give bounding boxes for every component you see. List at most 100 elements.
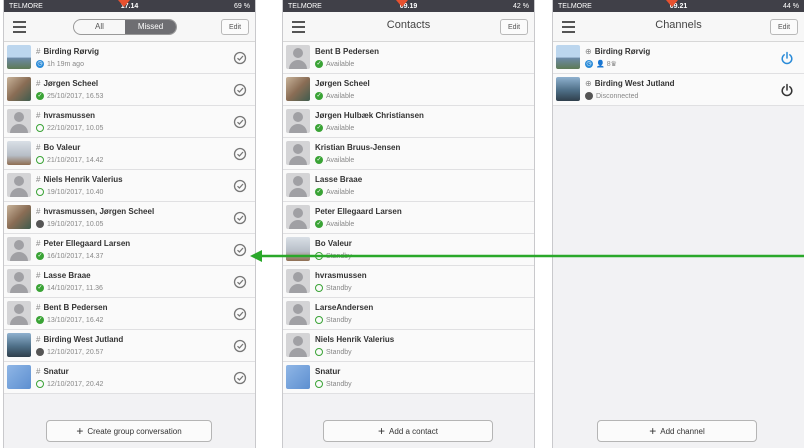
conversation-row[interactable]: # Bo Valeur 21/10/2017, 14.42 <box>4 138 255 170</box>
edit-button[interactable]: Edit <box>221 19 249 35</box>
menu-icon[interactable] <box>562 21 575 36</box>
conversation-row[interactable]: # Bent B Pedersen ✓ 13/10/2017, 16.42 <box>4 298 255 330</box>
page-title: Contacts <box>386 19 431 31</box>
page-title: Channels <box>655 19 702 31</box>
contact-row[interactable]: Kristian Bruus-Jensen ✓ Available <box>283 138 534 170</box>
mark-read-check-icon[interactable] <box>233 179 247 193</box>
power-toggle-icon[interactable] <box>780 83 794 97</box>
hash-icon: # <box>36 303 41 312</box>
avatar <box>286 269 310 293</box>
mark-read-check-icon[interactable] <box>233 51 247 65</box>
conversation-name: # Birding Rørvig <box>36 47 99 56</box>
contacts-screen: TELMORE 09.19 42 % Contacts Edit Bent B … <box>282 0 535 448</box>
conversation-name: # Snatur <box>36 367 69 376</box>
battery-label: 44 % <box>783 2 799 10</box>
power-toggle-icon[interactable] <box>780 51 794 65</box>
contact-row[interactable]: Snatur Standby <box>283 362 534 394</box>
status-bar: TELMORE 09.19 42 % <box>283 0 534 12</box>
conversation-timestamp: 19/10/2017, 10.05 <box>36 220 103 228</box>
status-text: Available <box>326 220 355 228</box>
create-group-conversation-button[interactable]: + Create group conversation <box>46 420 212 442</box>
avatar <box>7 365 31 389</box>
available-status-icon: ✓ <box>315 92 323 100</box>
contact-status: ✓ Available <box>315 188 354 196</box>
channel-icon: ⊕ <box>585 47 592 56</box>
segment-missed[interactable]: Missed <box>125 20 176 34</box>
contact-row[interactable]: Bo Valeur Standby <box>283 234 534 266</box>
hash-icon: # <box>36 271 41 280</box>
contact-row[interactable]: LarseAndersen Standby <box>283 298 534 330</box>
avatar <box>7 173 31 197</box>
mark-read-check-icon[interactable] <box>233 339 247 353</box>
clock-icon: ◷ <box>36 60 44 68</box>
conversation-row[interactable]: # Niels Henrik Valerius 19/10/2017, 10.40 <box>4 170 255 202</box>
conversation-name: # Peter Ellegaard Larsen <box>36 239 130 248</box>
conversation-row[interactable]: # Peter Ellegaard Larsen ✓ 16/10/2017, 14.3… <box>4 234 255 266</box>
crown-icon: ♛ <box>610 61 617 68</box>
mark-read-check-icon[interactable] <box>233 275 247 289</box>
mark-read-check-icon[interactable] <box>233 147 247 161</box>
contact-row[interactable]: Jørgen Scheel ✓ Available <box>283 74 534 106</box>
channel-row[interactable]: ⊕ Birding West Jutland Disconnected <box>553 74 804 106</box>
contact-status: ✓ Available <box>315 156 354 164</box>
avatar <box>286 77 310 101</box>
avatar <box>286 141 310 165</box>
menu-icon[interactable] <box>13 21 26 36</box>
contact-row[interactable]: Lasse Braae ✓ Available <box>283 170 534 202</box>
mark-read-check-icon[interactable] <box>233 307 247 321</box>
contact-status: Standby <box>315 380 352 388</box>
conversation-row[interactable]: # Birding West Jutland 12/10/2017, 20.57 <box>4 330 255 362</box>
avatar <box>286 333 310 357</box>
edit-button[interactable]: Edit <box>770 19 798 35</box>
plus-icon: + <box>378 424 386 438</box>
timestamp-text: 14/10/2017, 11.36 <box>47 284 103 292</box>
conversation-timestamp: 21/10/2017, 14.42 <box>36 156 103 164</box>
avatar <box>556 77 580 101</box>
conversation-row[interactable]: # Lasse Braae ✓ 14/10/2017, 11.36 <box>4 266 255 298</box>
contact-row[interactable]: Peter Ellegaard Larsen ✓ Available <box>283 202 534 234</box>
mark-read-check-icon[interactable] <box>233 243 247 257</box>
contact-name: Snatur <box>315 367 341 376</box>
conversation-row[interactable]: # Birding Rørvig ◷ 1h 19m ago <box>4 42 255 74</box>
add-contact-button[interactable]: + Add a contact <box>323 420 493 442</box>
add-channel-button[interactable]: + Add channel <box>597 420 757 442</box>
conversation-name: # Bo Valeur <box>36 143 80 152</box>
menu-icon[interactable] <box>292 21 305 36</box>
contact-status: Standby <box>315 316 352 324</box>
contact-row[interactable]: Niels Henrik Valerius Standby <box>283 330 534 362</box>
conversation-row[interactable]: # hvrasmussen 22/10/2017, 10.05 <box>4 106 255 138</box>
status-text: Disconnected <box>596 92 639 100</box>
conversation-timestamp: 12/10/2017, 20.57 <box>36 348 103 356</box>
hash-icon: # <box>36 175 41 184</box>
avatar <box>7 333 31 357</box>
channel-name-text: Birding West Jutland <box>594 79 675 88</box>
conversation-name: # hvrasmussen, Jørgen Scheel <box>36 207 154 216</box>
conversation-name-text: hvrasmussen, Jørgen Scheel <box>43 207 155 216</box>
hash-icon: # <box>36 143 41 152</box>
timestamp-text: 19/10/2017, 10.40 <box>47 188 104 196</box>
conversation-row[interactable]: # Jørgen Scheel ✓ 25/10/2017, 16.53 <box>4 74 255 106</box>
segment-all[interactable]: All <box>74 20 125 34</box>
hash-icon: # <box>36 207 41 216</box>
mark-read-check-icon[interactable] <box>233 211 247 225</box>
conversation-name: # Lasse Braae <box>36 271 91 280</box>
contact-row[interactable]: hvrasmussen Standby <box>283 266 534 298</box>
standby-status-icon <box>36 380 44 388</box>
nav-bar: All Missed Edit <box>4 12 255 42</box>
conversation-name-text: Bent B Pedersen <box>43 303 108 312</box>
channel-name: ⊕ Birding West Jutland <box>585 79 675 88</box>
mark-read-check-icon[interactable] <box>233 83 247 97</box>
conversation-row[interactable]: # hvrasmussen, Jørgen Scheel 19/10/2017, 1… <box>4 202 255 234</box>
carrier-label: TELMORE <box>288 2 322 10</box>
channel-row[interactable]: ⊕ Birding Rørvig ◷ 👤 8 ♛ <box>553 42 804 74</box>
mark-read-check-icon[interactable] <box>233 115 247 129</box>
status-text: Available <box>326 188 355 196</box>
create-group-label: Create group conversation <box>87 426 182 436</box>
edit-button[interactable]: Edit <box>500 19 528 35</box>
contact-row[interactable]: Jørgen Hulbæk Christiansen ✓ Available <box>283 106 534 138</box>
contact-row[interactable]: Bent B Pedersen ✓ Available <box>283 42 534 74</box>
mark-read-check-icon[interactable] <box>233 371 247 385</box>
available-status-icon: ✓ <box>315 188 323 196</box>
channel-status: Disconnected <box>585 92 638 100</box>
conversation-row[interactable]: # Snatur 12/10/2017, 20.42 <box>4 362 255 394</box>
